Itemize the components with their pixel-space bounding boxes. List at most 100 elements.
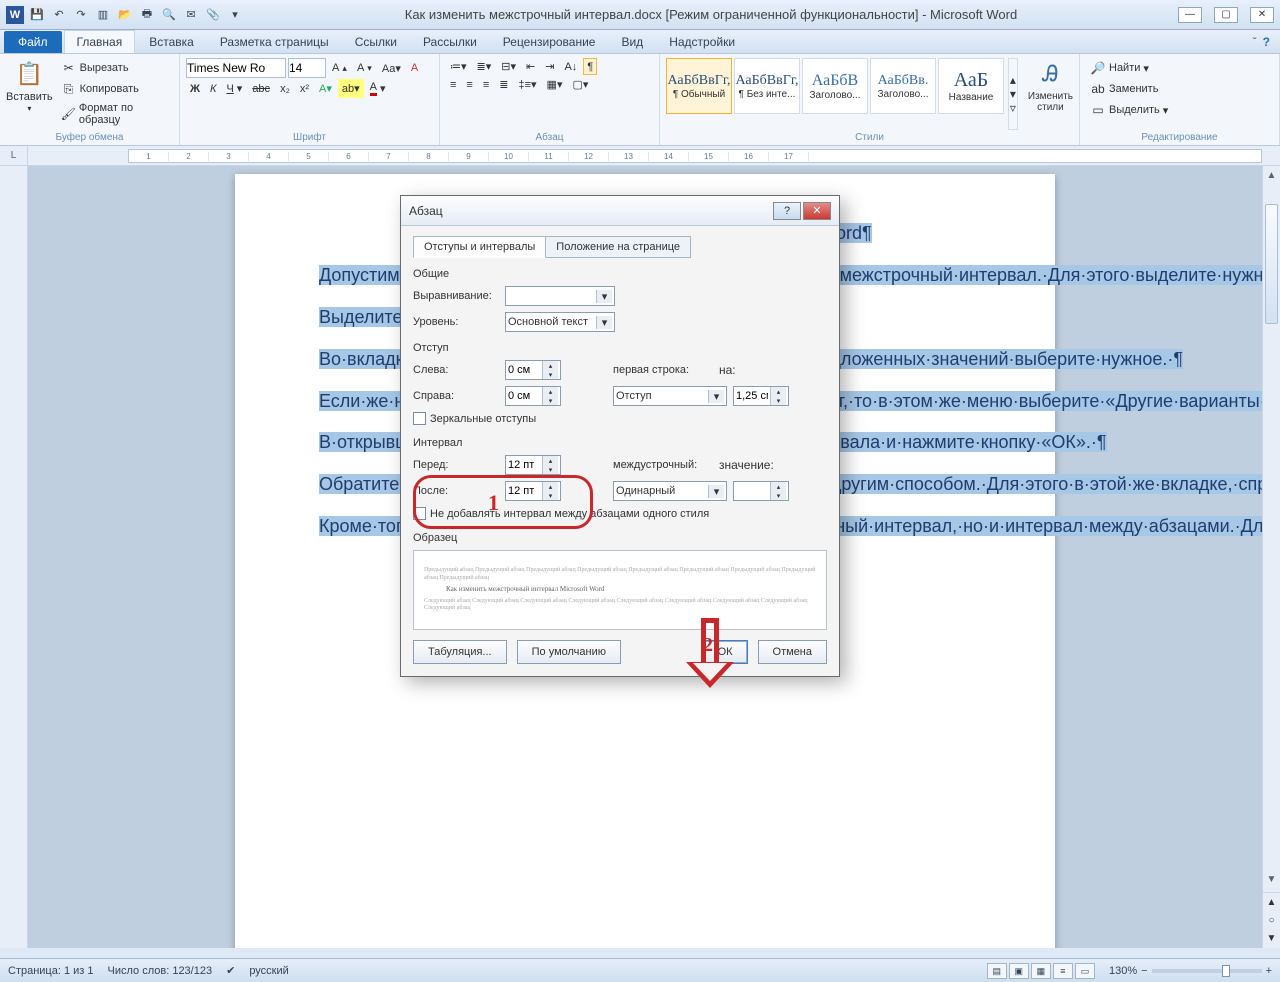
font-color-button[interactable]: A▾: [366, 79, 390, 98]
change-case-button[interactable]: Aa▾: [378, 58, 405, 78]
underline-button[interactable]: Ч▾: [222, 79, 246, 98]
align-right-button[interactable]: ≡: [479, 76, 493, 93]
increase-indent-button[interactable]: ⇥: [541, 58, 558, 75]
status-proofing-icon[interactable]: ✔: [226, 964, 235, 977]
tab-home[interactable]: Главная: [64, 30, 136, 53]
line-spacing-combo[interactable]: Одинарный▾: [613, 481, 727, 501]
find-button[interactable]: 🔎Найти ▾: [1086, 58, 1273, 78]
new-icon[interactable]: ▥: [94, 6, 112, 24]
dialog-close-button[interactable]: ✕: [803, 202, 831, 220]
multilevel-button[interactable]: ⊟▾: [497, 58, 520, 75]
save-icon[interactable]: 💾: [28, 6, 46, 24]
view-print-layout[interactable]: ▤: [987, 963, 1007, 979]
first-line-by-spinner[interactable]: ▴▾: [733, 386, 789, 406]
status-word-count[interactable]: Число слов: 123/123: [108, 965, 213, 977]
sort-button[interactable]: A↓: [560, 58, 581, 75]
cut-button[interactable]: ✂Вырезать: [57, 58, 173, 78]
dialog-tab-indents[interactable]: Отступы и интервалы: [413, 236, 546, 258]
tab-insert[interactable]: Вставка: [137, 31, 206, 53]
attach-icon[interactable]: 📎: [204, 6, 222, 24]
style-gallery-more[interactable]: ▴▾▿: [1008, 58, 1018, 130]
first-line-combo[interactable]: Отступ▾: [613, 386, 727, 406]
paste-button[interactable]: 📋 Вставить ▾: [6, 58, 53, 130]
subscript-button[interactable]: x₂: [276, 79, 294, 98]
style-heading2[interactable]: АаБбВв.Заголово...: [870, 58, 936, 114]
copy-button[interactable]: ⎘Копировать: [57, 79, 173, 99]
select-browse-icon[interactable]: ○: [1263, 911, 1280, 929]
show-marks-button[interactable]: ¶: [583, 58, 597, 75]
bullets-button[interactable]: ≔▾: [446, 58, 471, 75]
tab-view[interactable]: Вид: [609, 31, 655, 53]
zoom-slider[interactable]: [1152, 969, 1262, 973]
qat-more-icon[interactable]: ▾: [226, 6, 244, 24]
numbering-button[interactable]: ≣▾: [473, 58, 496, 75]
shrink-font-button[interactable]: A▾: [353, 58, 376, 78]
print-icon[interactable]: 🖶: [138, 6, 156, 24]
style-heading1[interactable]: АаБбВЗаголово...: [802, 58, 868, 114]
italic-button[interactable]: К: [206, 79, 220, 98]
text-effects-button[interactable]: A▾: [315, 79, 336, 98]
tab-selector[interactable]: L: [0, 146, 28, 165]
style-title[interactable]: АаБНазвание: [938, 58, 1004, 114]
font-name-combo[interactable]: [186, 58, 286, 78]
redo-icon[interactable]: ↷: [72, 6, 90, 24]
preview-icon[interactable]: 🔍: [160, 6, 178, 24]
zoom-out-button[interactable]: −: [1141, 965, 1147, 977]
prev-page-icon[interactable]: ▲: [1263, 893, 1280, 911]
tab-file[interactable]: Файл: [4, 31, 62, 53]
view-web-layout[interactable]: ▦: [1031, 963, 1051, 979]
spacing-after-spinner[interactable]: ▴▾: [505, 481, 561, 501]
horizontal-ruler[interactable]: 1234567891011121314151617: [128, 149, 1262, 163]
format-painter-button[interactable]: 🖌Формат по образцу: [57, 100, 173, 128]
view-full-reading[interactable]: ▣: [1009, 963, 1029, 979]
highlight-button[interactable]: ab▾: [338, 79, 364, 98]
zoom-level[interactable]: 130%: [1109, 965, 1137, 977]
strike-button[interactable]: abc: [248, 79, 274, 98]
email-icon[interactable]: ✉: [182, 6, 200, 24]
scroll-down-icon[interactable]: ▼: [1263, 870, 1280, 888]
line-spacing-button[interactable]: ‡≡▾: [514, 76, 540, 93]
align-center-button[interactable]: ≡: [462, 76, 476, 93]
borders-button[interactable]: ▢▾: [568, 76, 592, 93]
dialog-titlebar[interactable]: Абзац ? ✕: [401, 196, 839, 226]
dialog-tab-linebreaks[interactable]: Положение на странице: [545, 236, 691, 258]
undo-icon[interactable]: ↶: [50, 6, 68, 24]
set-default-button[interactable]: По умолчанию: [517, 640, 621, 664]
next-page-icon[interactable]: ▼: [1263, 930, 1280, 948]
indent-right-spinner[interactable]: ▴▾: [505, 386, 561, 406]
style-no-spacing[interactable]: АаБбВвГг,¶ Без инте...: [734, 58, 800, 114]
decrease-indent-button[interactable]: ⇤: [522, 58, 539, 75]
scroll-thumb[interactable]: [1265, 204, 1278, 324]
grow-font-button[interactable]: A▴: [328, 58, 351, 78]
maximize-button[interactable]: ▢: [1214, 7, 1238, 23]
outline-level-combo[interactable]: Основной текст▾: [505, 312, 615, 332]
select-button[interactable]: ▭Выделить ▾: [1086, 100, 1273, 120]
vertical-ruler[interactable]: [0, 166, 28, 948]
tabs-button[interactable]: Табуляция...: [413, 640, 507, 664]
view-draft[interactable]: ▭: [1075, 963, 1095, 979]
replace-button[interactable]: abЗаменить: [1086, 79, 1273, 99]
view-outline[interactable]: ≡: [1053, 963, 1073, 979]
bold-button[interactable]: Ж: [186, 79, 204, 98]
mirror-indents-checkbox[interactable]: Зеркальные отступы: [413, 412, 827, 425]
superscript-button[interactable]: x²: [296, 79, 313, 98]
style-gallery[interactable]: АаБбВвГг,¶ Обычный АаБбВвГг,¶ Без инте..…: [666, 58, 1004, 130]
spacing-before-spinner[interactable]: ▴▾: [505, 455, 561, 475]
font-size-combo[interactable]: [288, 58, 326, 78]
clear-formatting-button[interactable]: A: [407, 58, 422, 78]
style-normal[interactable]: АаБбВвГг,¶ Обычный: [666, 58, 732, 114]
status-language[interactable]: русский: [249, 965, 288, 977]
line-spacing-at-spinner[interactable]: ▴▾: [733, 481, 789, 501]
tab-review[interactable]: Рецензирование: [491, 31, 608, 53]
shading-button[interactable]: ▦▾: [543, 76, 567, 93]
tab-page-layout[interactable]: Разметка страницы: [208, 31, 341, 53]
minimize-button[interactable]: —: [1178, 7, 1202, 23]
tab-mailings[interactable]: Рассылки: [411, 31, 489, 53]
help-icon[interactable]: ?: [1263, 35, 1270, 49]
indent-left-spinner[interactable]: ▴▾: [505, 360, 561, 380]
tab-references[interactable]: Ссылки: [343, 31, 409, 53]
justify-button[interactable]: ≣: [495, 76, 512, 93]
status-page[interactable]: Страница: 1 из 1: [8, 965, 94, 977]
scroll-up-icon[interactable]: ▲: [1263, 166, 1280, 184]
dialog-help-button[interactable]: ?: [773, 202, 801, 220]
